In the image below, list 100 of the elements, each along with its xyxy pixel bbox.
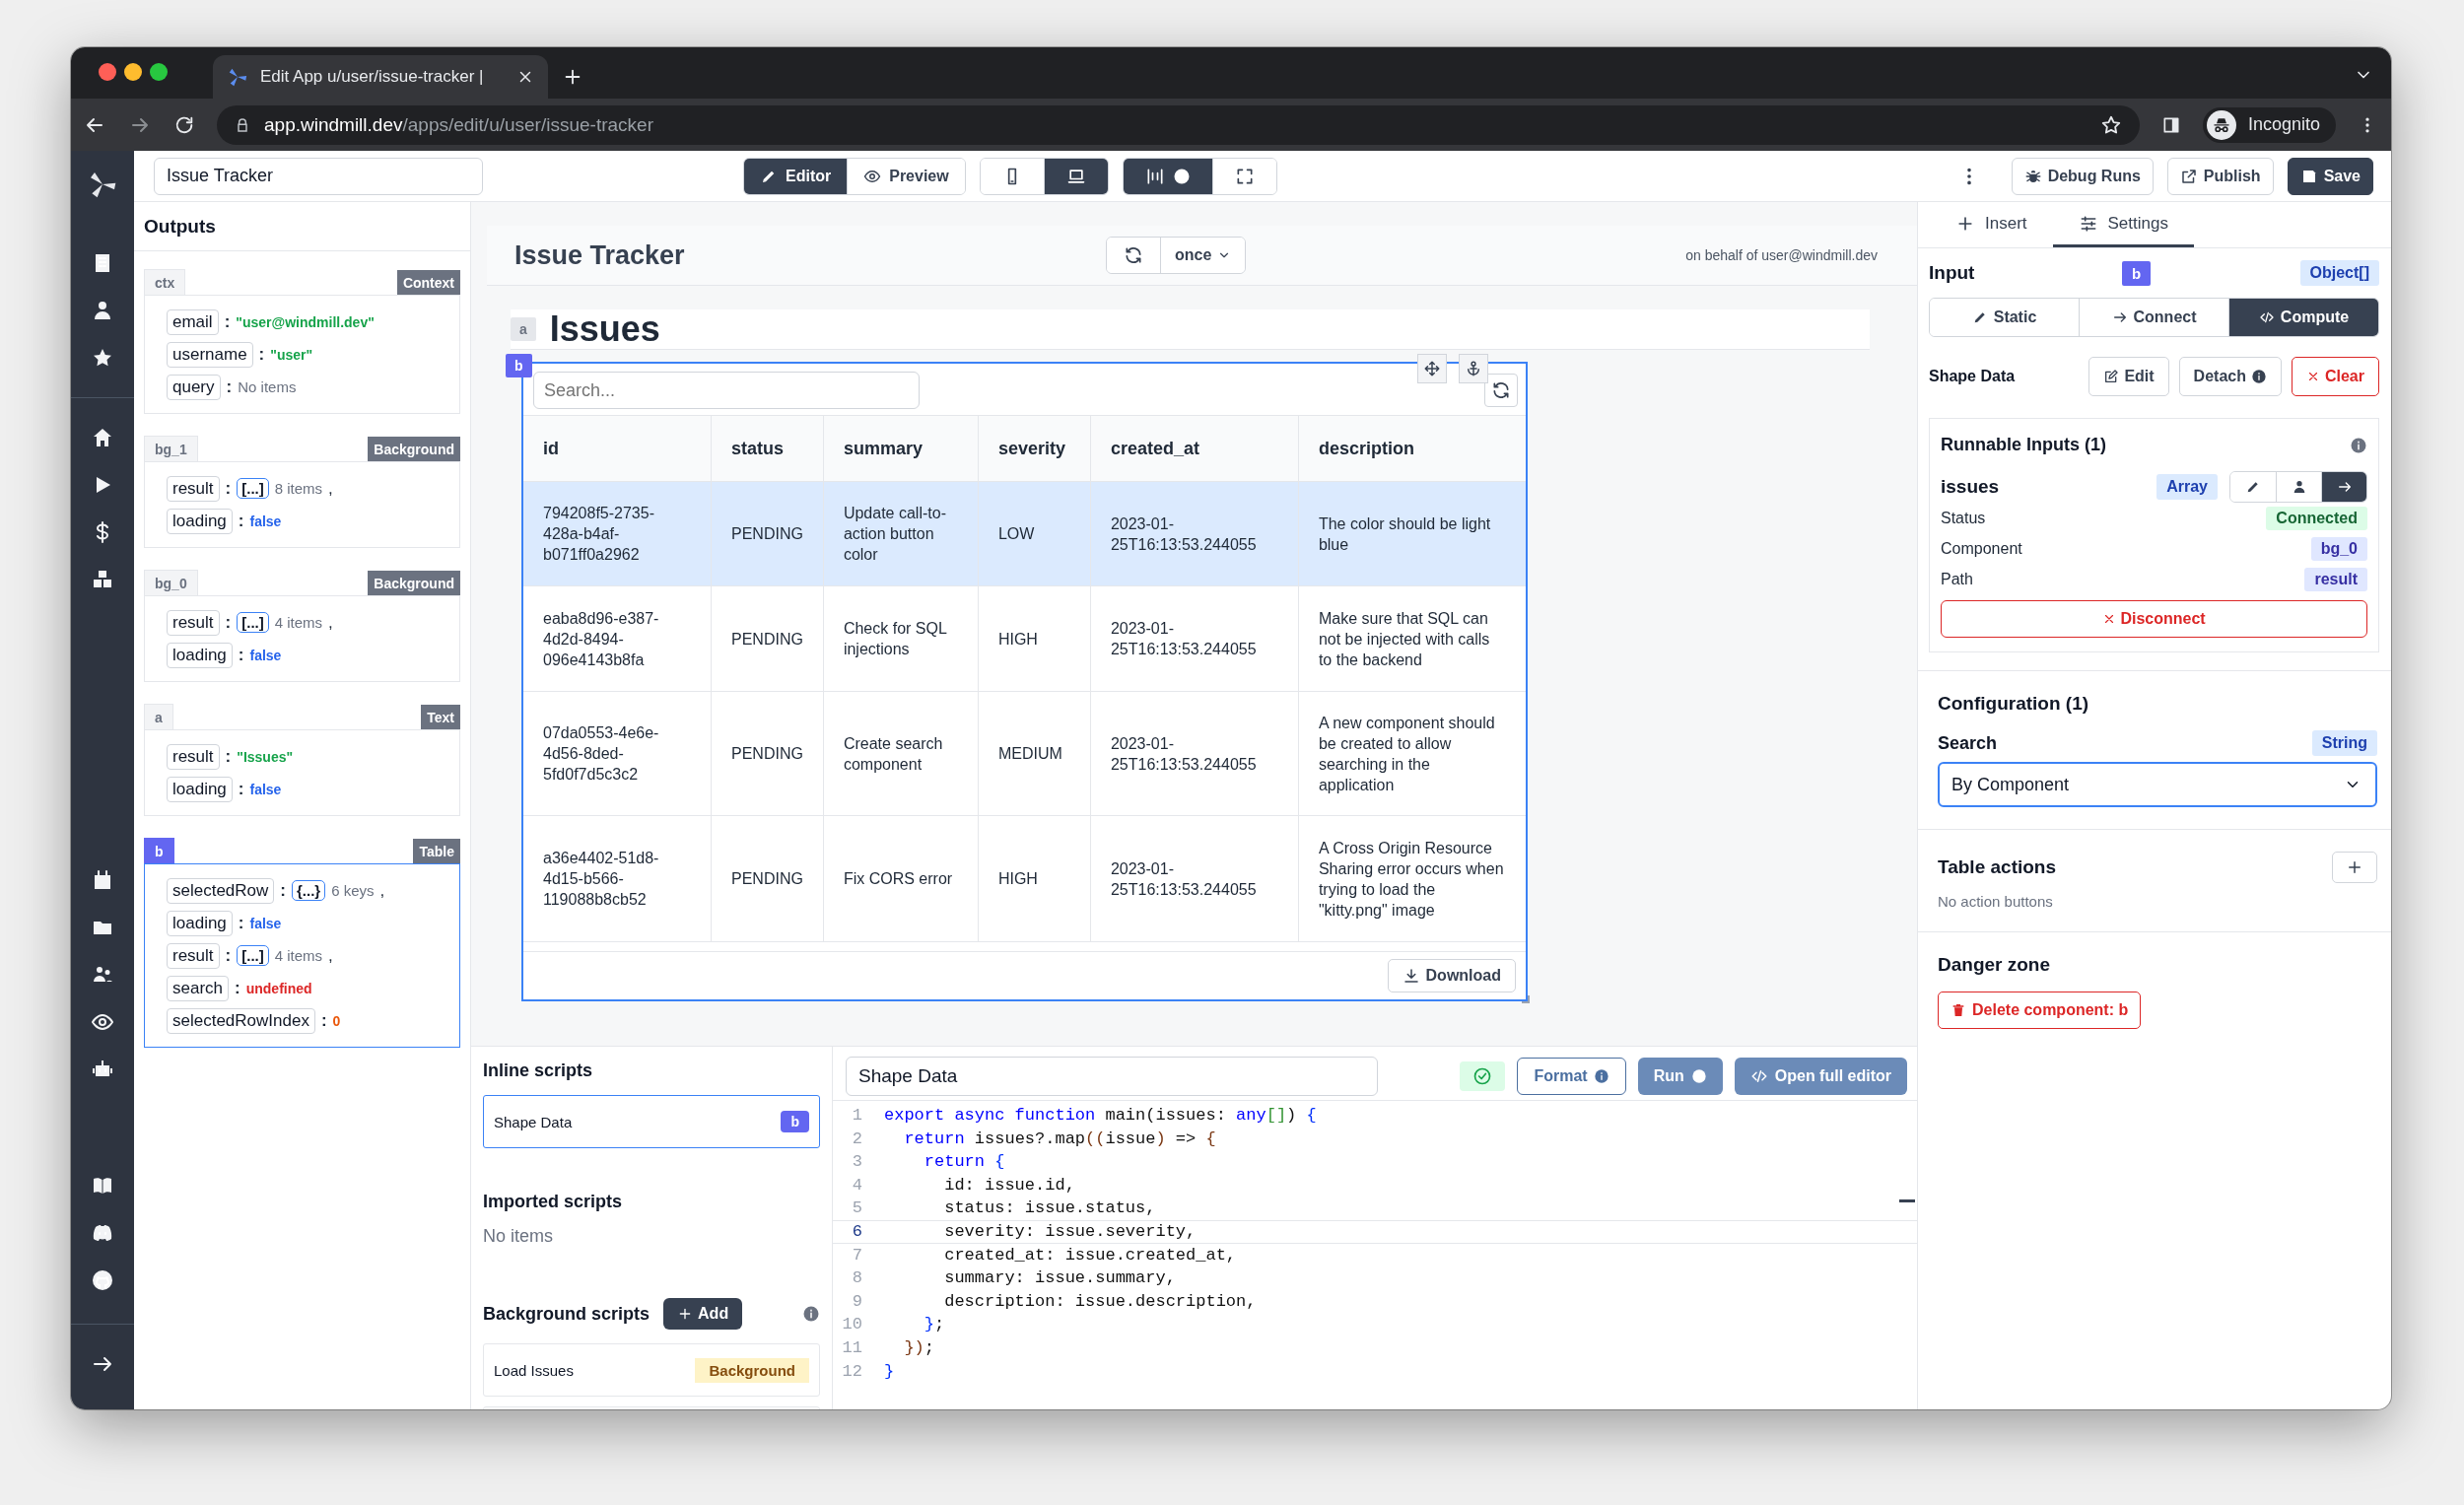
insert-tab[interactable]: Insert bbox=[1930, 202, 2053, 247]
detach-button[interactable]: Detach bbox=[2178, 357, 2282, 396]
desktop-view-button[interactable] bbox=[1043, 158, 1108, 194]
output-key[interactable]: loading bbox=[167, 776, 233, 802]
empty-text: No items bbox=[483, 1226, 554, 1247]
component-id-tab[interactable]: b bbox=[144, 838, 174, 863]
debug-button[interactable]: Debug Runs bbox=[2011, 157, 2154, 195]
table-row[interactable]: 07da0553-4e6e-4d56-8ded-5fd0f7d5c3c2 PENDING Create search component MEDIUM 2023-01-25T16:13:53.244055 A new component should be created to allow searching in the application bbox=[523, 691, 1526, 816]
resize-handle[interactable] bbox=[1522, 995, 1530, 1003]
output-key[interactable]: loading bbox=[167, 508, 233, 534]
expand-value-button[interactable]: {...} bbox=[292, 880, 326, 901]
maximize-window-dot[interactable] bbox=[150, 63, 168, 81]
table-component[interactable] bbox=[521, 362, 1528, 1001]
code-line: }); bbox=[903, 1336, 934, 1359]
output-key[interactable]: search bbox=[167, 975, 230, 1001]
column-header[interactable]: id bbox=[523, 416, 712, 482]
output-key[interactable]: selectedRowIndex bbox=[167, 1007, 315, 1034]
add-button[interactable]: Add bbox=[663, 1298, 743, 1330]
close-window-dot[interactable] bbox=[99, 63, 116, 81]
code-line: } bbox=[884, 1360, 895, 1383]
reference-badge: bg_0 bbox=[2310, 536, 2367, 561]
anchor-button[interactable] bbox=[1459, 354, 1488, 383]
layout-button-group[interactable] bbox=[1122, 157, 1277, 195]
table-row[interactable]: eaba8d96-e387-4d2d-8494-096e4143b8fa PENDING Check for SQL injections HIGH 2023-01-25T16:13:53.244055 Make sure that SQL can not be injected with calls to the backend bbox=[523, 585, 1526, 692]
separator: : bbox=[235, 978, 240, 998]
table-cell: Make sure that SQL can not be injected with calls to the backend bbox=[1298, 585, 1526, 692]
script-item[interactable]: Load Issues Background bbox=[483, 1343, 820, 1397]
bookmark-star-icon[interactable] bbox=[2099, 113, 2122, 136]
edit-button[interactable]: Edit bbox=[2088, 357, 2169, 396]
compute-mode-tab[interactable]: Compute bbox=[2228, 299, 2378, 336]
trash-icon bbox=[1951, 1002, 1966, 1018]
format-button[interactable]: Format bbox=[1517, 1058, 1626, 1095]
input-name: issues bbox=[1941, 476, 2000, 498]
app-name-field[interactable]: Issue Tracker bbox=[154, 157, 483, 195]
script-name-field[interactable]: Shape Data bbox=[846, 1057, 1378, 1096]
table-cell: HIGH bbox=[978, 585, 1091, 692]
output-key[interactable]: selectedRow bbox=[167, 877, 275, 904]
minimize-window-dot[interactable] bbox=[124, 63, 142, 81]
search-mode-select[interactable]: By Component bbox=[1938, 762, 2377, 807]
fullscreen-button[interactable] bbox=[1211, 158, 1276, 194]
component-id-tab[interactable]: bg_1 bbox=[144, 436, 198, 461]
refresh-button[interactable] bbox=[1107, 238, 1160, 273]
move-handle[interactable] bbox=[1417, 354, 1447, 383]
output-key[interactable]: result bbox=[167, 475, 220, 502]
refresh-mode-dropdown[interactable]: once bbox=[1160, 238, 1246, 273]
component-badge[interactable]: a bbox=[511, 317, 536, 341]
table-cell: A Cross Origin Resource Sharing error occurs when trying to load the "kitty.png" image bbox=[1298, 815, 1526, 942]
publish-button[interactable]: Publish bbox=[2166, 157, 2274, 195]
address-field[interactable]: app.windmill.dev/apps/edit/u/user/issue-tracker bbox=[217, 104, 2140, 145]
preview-tab[interactable]: Preview bbox=[847, 158, 965, 194]
column-header[interactable]: status bbox=[711, 416, 824, 482]
expand-value-button[interactable]: [...] bbox=[237, 945, 269, 966]
column-header[interactable]: severity bbox=[978, 416, 1091, 482]
output-key[interactable]: result bbox=[167, 942, 220, 969]
line-number: 11 bbox=[841, 1336, 863, 1359]
section-title: Input bbox=[1929, 262, 1976, 284]
layout-toggle-button[interactable] bbox=[1123, 158, 1212, 194]
settings-tab[interactable]: Settings bbox=[2052, 202, 2194, 247]
add-action-button[interactable] bbox=[2332, 852, 2377, 883]
connect-mode-button[interactable] bbox=[2321, 472, 2366, 502]
line-number: 8 bbox=[851, 1267, 863, 1290]
output-key[interactable]: result bbox=[167, 609, 220, 636]
output-key[interactable]: username bbox=[167, 341, 253, 368]
separator: , bbox=[328, 612, 333, 633]
script-item[interactable]: Shape Data b bbox=[483, 1095, 820, 1148]
item-count: 6 keys bbox=[331, 882, 375, 899]
refresh-button[interactable] bbox=[1484, 374, 1518, 407]
output-key[interactable]: email bbox=[167, 308, 219, 335]
browser-tab[interactable]: Edit App u/user/issue-tracker | bbox=[213, 55, 548, 99]
output-value: "user" bbox=[270, 346, 313, 363]
column-header[interactable]: created_at bbox=[1090, 416, 1299, 482]
output-key[interactable]: query bbox=[167, 374, 221, 400]
clear-button[interactable]: Clear bbox=[2291, 357, 2379, 396]
view-mode-toggle[interactable]: Editor Preview bbox=[743, 157, 966, 195]
editor-tab[interactable]: Editor bbox=[744, 158, 848, 194]
column-header[interactable]: description bbox=[1298, 416, 1526, 482]
component-id-tab[interactable]: bg_0 bbox=[144, 570, 198, 595]
section-title: Background scripts bbox=[483, 1303, 650, 1325]
output-key[interactable]: result bbox=[167, 743, 220, 770]
search-field[interactable]: Search... bbox=[533, 372, 920, 409]
save-button[interactable]: Save bbox=[2287, 157, 2373, 195]
disconnect-button[interactable]: Disconnect bbox=[1941, 600, 2367, 638]
download-button[interactable]: Download bbox=[1387, 959, 1516, 992]
component-badge[interactable]: b bbox=[506, 354, 532, 377]
table-row[interactable]: a36e4402-51d8-4d15-b566-119088b8cb52 PENDING Fix CORS error HIGH 2023-01-25T16:13:53.244055 A Cross Origin Resource Sharing error occurs when trying to load the "kitty.png" image bbox=[523, 815, 1526, 942]
output-key[interactable]: loading bbox=[167, 642, 233, 668]
field-label: Shape Data bbox=[1929, 368, 2016, 385]
table-cell: Create search component bbox=[823, 691, 979, 816]
profile-button[interactable]: Incognito bbox=[2202, 106, 2336, 143]
component-id-tab[interactable]: a bbox=[144, 704, 173, 729]
output-key[interactable]: loading bbox=[167, 910, 233, 936]
component-id-tab[interactable]: ctx bbox=[144, 269, 186, 295]
device-toggle[interactable] bbox=[979, 157, 1109, 195]
input-source-toggle[interactable] bbox=[2229, 471, 2367, 503]
overview-ruler-mark bbox=[1899, 1199, 1915, 1202]
expand-value-button[interactable]: [...] bbox=[237, 612, 269, 633]
table-row[interactable]: 794208f5-2735-428a-b4af-b071ff0a2962 PENDING Update call-to-action button color LOW 2023-01-25T16:13:53.244055 The color should be light blue bbox=[523, 481, 1526, 586]
expand-value-button[interactable]: [...] bbox=[237, 478, 269, 499]
delete-component-button[interactable]: Delete component: b bbox=[1938, 992, 2142, 1029]
column-header[interactable]: summary bbox=[823, 416, 979, 482]
